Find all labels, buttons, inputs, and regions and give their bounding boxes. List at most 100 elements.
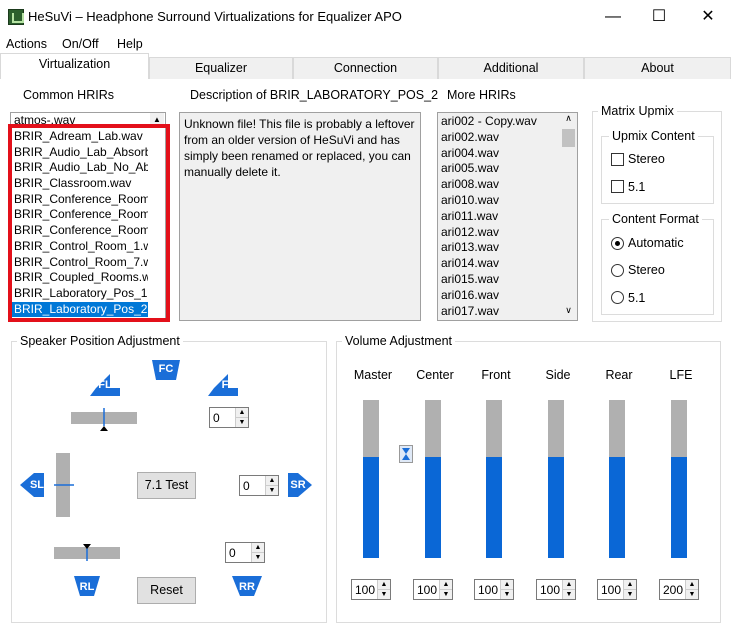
speaker-fr-icon xyxy=(208,374,238,396)
rear-volume-fill xyxy=(609,457,625,558)
spinner-value: 200 xyxy=(663,583,684,597)
spin-up-icon[interactable]: ▲ xyxy=(235,408,248,418)
spin-down-icon[interactable]: ▼ xyxy=(623,589,636,599)
spin-down-icon[interactable]: ▼ xyxy=(562,589,575,599)
side-position-spinner[interactable]: 0 ▲ ▼ xyxy=(239,475,279,496)
spin-up-icon[interactable]: ▲ xyxy=(265,476,278,486)
window-title: HeSuVi – Headphone Surround Virtualizati… xyxy=(28,9,402,24)
menu-onoff[interactable]: On/Off xyxy=(62,37,99,51)
spin-down-icon[interactable]: ▼ xyxy=(500,589,513,599)
spin-up-icon[interactable]: ▲ xyxy=(439,580,452,590)
side-volume-fill xyxy=(548,457,564,558)
menu-actions[interactable]: Actions xyxy=(6,37,47,51)
lfe-volume-fill xyxy=(671,457,687,558)
stereo-radio[interactable] xyxy=(611,264,624,277)
spin-down-icon[interactable]: ▼ xyxy=(439,589,452,599)
minimize-button[interactable]: — xyxy=(590,0,636,34)
scroll-thumb[interactable] xyxy=(562,129,575,147)
tab-about[interactable]: About xyxy=(584,57,731,79)
five-one-radio[interactable] xyxy=(611,291,624,304)
content-format-label: Content Format xyxy=(609,212,702,226)
spinner-value: 100 xyxy=(478,583,499,597)
front-volume-fill xyxy=(486,457,502,558)
list-item[interactable]: ari002 - Copy.wav xyxy=(438,114,577,130)
speaker-fc-icon xyxy=(152,360,180,380)
list-item[interactable]: ari017.wav xyxy=(438,304,577,320)
lfe-volume-label: LFE xyxy=(669,368,693,382)
tab-additional[interactable]: Additional xyxy=(438,57,584,79)
spin-down-icon[interactable]: ▼ xyxy=(377,589,390,599)
front-volume-spinner[interactable]: 100 ▲ ▼ xyxy=(474,579,514,600)
rear-position-spinner[interactable]: 0 ▲ ▼ xyxy=(225,542,265,563)
list-item[interactable]: ari016.wav xyxy=(438,288,577,304)
more-hrirs-label: More HRIRs xyxy=(447,88,516,102)
scroll-up-icon[interactable]: ∧ xyxy=(561,113,576,127)
tab-virtualization[interactable]: Virtualization xyxy=(0,53,149,79)
matrix-upmix-label: Matrix Upmix xyxy=(598,104,677,118)
maximize-button[interactable]: ☐ xyxy=(636,0,682,34)
speaker-sr-label: SR xyxy=(290,479,306,491)
upmix-content-group xyxy=(601,136,714,204)
master-link-icon[interactable] xyxy=(399,445,413,463)
list-item[interactable]: ari011.wav xyxy=(438,209,577,225)
speaker-fl-icon xyxy=(90,374,120,396)
rear-volume-spinner[interactable]: 100 ▲ ▼ xyxy=(597,579,637,600)
automatic-radio[interactable] xyxy=(611,237,624,250)
master-volume-fill xyxy=(363,457,379,558)
upmix-content-label: Upmix Content xyxy=(609,129,698,143)
spinner-value: 100 xyxy=(355,583,376,597)
stereo-checkbox-label: Stereo xyxy=(628,152,665,166)
app-icon xyxy=(8,9,24,25)
front-position-spinner[interactable]: 0 ▲ ▼ xyxy=(209,407,249,428)
description-label: Description of BRIR_LABORATORY_POS_2 xyxy=(190,88,439,102)
description-text: Unknown file! This file is probably a le… xyxy=(179,112,421,321)
more-hrirs-list[interactable]: ari002 - Copy.wav ari002.wav ari004.wav ari… xyxy=(437,112,578,321)
list-item[interactable]: ari004.wav xyxy=(438,146,577,162)
menu-help[interactable]: Help xyxy=(117,37,143,51)
test-71-button[interactable]: 7.1 Test xyxy=(137,472,196,499)
front-slider-thumb xyxy=(100,426,108,431)
side-volume-spinner[interactable]: 100 ▲ ▼ xyxy=(536,579,576,600)
spin-down-icon[interactable]: ▼ xyxy=(265,485,278,495)
spin-down-icon[interactable]: ▼ xyxy=(235,417,248,427)
spin-up-icon[interactable]: ▲ xyxy=(685,580,698,590)
center-volume-spinner[interactable]: 100 ▲ ▼ xyxy=(413,579,453,600)
tab-equalizer[interactable]: Equalizer xyxy=(149,57,293,79)
spin-up-icon[interactable]: ▲ xyxy=(500,580,513,590)
lfe-volume-spinner[interactable]: 200 ▲ ▼ xyxy=(659,579,699,600)
stereo-checkbox[interactable] xyxy=(611,153,624,166)
automatic-radio-label: Automatic xyxy=(628,236,684,250)
spin-down-icon[interactable]: ▼ xyxy=(251,552,264,562)
scroll-down-icon[interactable]: ∨ xyxy=(561,305,576,319)
five-one-checkbox[interactable] xyxy=(611,180,624,193)
spin-up-icon[interactable]: ▲ xyxy=(377,580,390,590)
speaker-rl-label: RL xyxy=(79,581,95,593)
spinner-value: 100 xyxy=(601,583,622,597)
spinner-value: 0 xyxy=(229,546,236,560)
list-item[interactable]: ari010.wav xyxy=(438,193,577,209)
list-item[interactable]: ari005.wav xyxy=(438,161,577,177)
five-one-checkbox-label: 5.1 xyxy=(628,180,646,194)
center-volume-fill xyxy=(425,457,441,558)
tab-connection[interactable]: Connection xyxy=(293,57,438,79)
reset-button[interactable]: Reset xyxy=(137,577,196,604)
five-one-radio-label: 5.1 xyxy=(628,291,646,305)
list-item[interactable]: ari015.wav xyxy=(438,272,577,288)
spin-down-icon[interactable]: ▼ xyxy=(685,589,698,599)
speaker-rr-label: RR xyxy=(239,581,255,593)
spinner-value: 0 xyxy=(243,479,250,493)
highlight-box xyxy=(8,124,170,322)
spin-up-icon[interactable]: ▲ xyxy=(623,580,636,590)
spin-up-icon[interactable]: ▲ xyxy=(562,580,575,590)
list-item[interactable]: ari008.wav xyxy=(438,177,577,193)
list-item[interactable]: ari014.wav xyxy=(438,256,577,272)
common-hrirs-label: Common HRIRs xyxy=(23,88,114,102)
spinner-value: 100 xyxy=(417,583,438,597)
master-volume-spinner[interactable]: 100 ▲ ▼ xyxy=(351,579,391,600)
spin-up-icon[interactable]: ▲ xyxy=(251,543,264,553)
close-button[interactable]: ✕ xyxy=(685,0,731,34)
volume-adjustment-label: Volume Adjustment xyxy=(342,334,456,348)
list-item[interactable]: ari013.wav xyxy=(438,240,577,256)
list-item[interactable]: ari012.wav xyxy=(438,225,577,241)
list-item[interactable]: ari002.wav xyxy=(438,130,577,146)
